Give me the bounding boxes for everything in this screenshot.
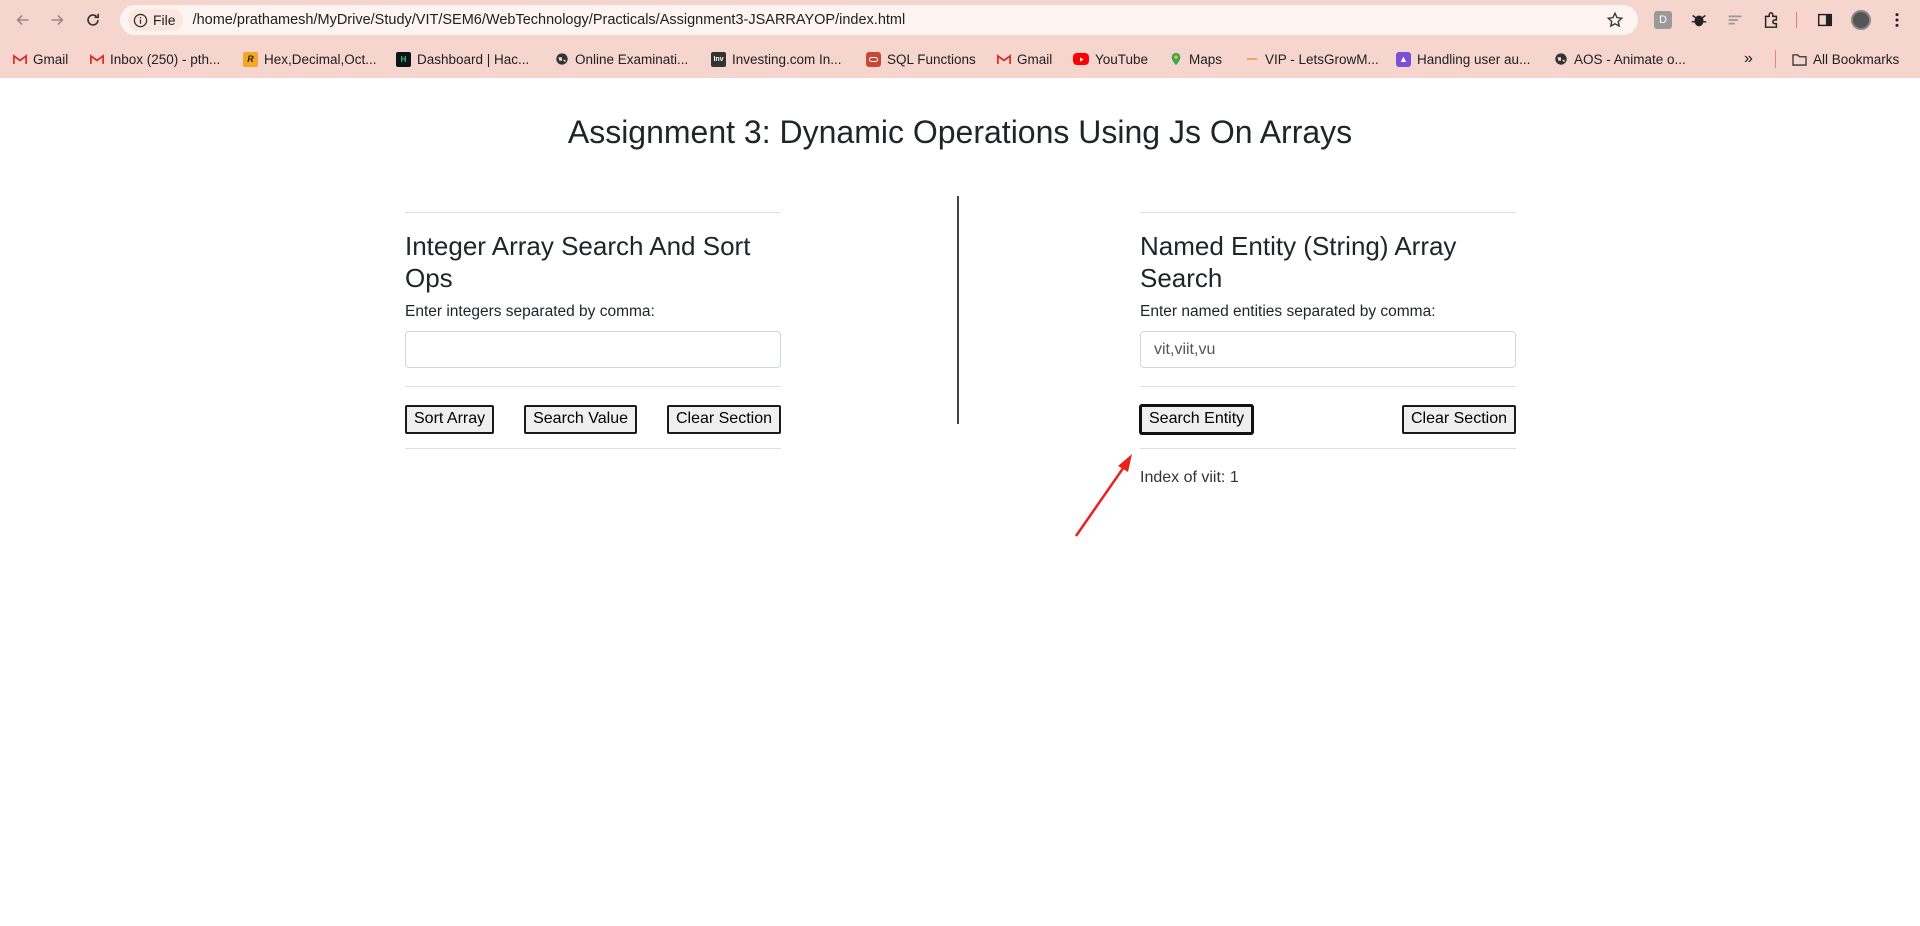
bookmark-label: Gmail (33, 51, 69, 67)
sort-array-button[interactable]: Sort Array (405, 404, 495, 434)
bookmark-label: VIP - LetsGrowM... (1265, 51, 1379, 67)
all-bookmarks-button[interactable]: All Bookmarks (1792, 49, 1899, 69)
oracle-icon (866, 51, 881, 67)
extensions-puzzle-icon[interactable] (1760, 9, 1782, 31)
reload-icon (87, 13, 100, 26)
extension-d-icon[interactable]: D (1652, 9, 1674, 31)
bookmark-label: Dashboard | Hac... (417, 51, 530, 67)
arrow-left-icon (16, 14, 29, 26)
chevron-double-right-icon: » (1744, 50, 1753, 67)
annotation-arrow-icon (1074, 454, 1132, 537)
vertical-divider (957, 196, 959, 424)
arrow-right-icon (51, 14, 64, 26)
bookmark-item[interactable]: H Dashboard | Hac... (396, 49, 529, 69)
section-title: Named Entity (String) Array Search (1140, 231, 1457, 293)
bookmark-item[interactable]: Inv Investing.com In... (711, 49, 842, 69)
purple-icon: ▲ (1396, 51, 1411, 67)
menu-kebab-icon[interactable] (1886, 9, 1908, 31)
profile-avatar-icon[interactable] (1850, 9, 1872, 31)
section-divider (1140, 448, 1516, 449)
input-label: Enter integers separated by comma: (405, 303, 655, 320)
bookmark-item[interactable]: ▲ Handling user au... (1396, 49, 1530, 69)
forward-button[interactable] (42, 5, 72, 35)
bookmark-item[interactable]: YouTube (1073, 49, 1148, 69)
bookmark-label: Investing.com In... (732, 51, 842, 67)
clear-section-button[interactable]: Clear Section (1401, 404, 1516, 434)
globe-icon (1553, 52, 1568, 67)
gmail-icon (12, 52, 27, 67)
url-text[interactable]: /home/prathamesh/MyDrive/Study/VIT/SEM6/… (193, 12, 906, 28)
bookmark-item[interactable]: AOS - Animate o... (1553, 49, 1686, 69)
integer-array-section: Integer Array Search And Sort Ops Enter … (405, 212, 781, 449)
search-entity-button[interactable]: Search Entity (1140, 404, 1254, 434)
bookmark-label: Maps (1189, 51, 1223, 67)
page-title: Assignment 3: Dynamic Operations Using J… (567, 114, 1353, 150)
extension-bug-icon[interactable] (1688, 9, 1710, 31)
r-icon: R (243, 51, 258, 67)
bookmark-label: YouTube (1095, 51, 1149, 67)
browser-chrome: File /home/prathamesh/MyDrive/Study/VIT/… (0, 0, 1920, 78)
bookmark-label: SQL Functions (887, 51, 976, 67)
dash-icon (1244, 52, 1259, 67)
section-divider (405, 448, 781, 449)
url-scheme: File (153, 12, 176, 28)
entity-input[interactable] (1140, 331, 1516, 368)
address-bar[interactable]: File /home/prathamesh/MyDrive/Study/VIT/… (120, 5, 1638, 35)
section-divider (1140, 386, 1516, 387)
youtube-icon (1073, 53, 1089, 65)
section-divider (1140, 212, 1516, 213)
more-bookmarks-button[interactable]: » (1744, 49, 1753, 69)
integer-input[interactable] (405, 331, 781, 368)
bookmark-item[interactable]: Gmail (12, 49, 68, 69)
folder-icon (1792, 52, 1807, 67)
back-button[interactable] (8, 5, 38, 35)
toolbar-separator (1796, 12, 1797, 28)
string-array-section: Named Entity (String) Array Search Enter… (1140, 212, 1516, 487)
bookmark-label: AOS - Animate o... (1574, 51, 1686, 67)
section-title: Integer Array Search And Sort Ops (405, 231, 751, 293)
site-info-chip[interactable]: File (128, 9, 183, 31)
side-panel-icon[interactable] (1814, 9, 1836, 31)
search-result-text: Index of viit: 1 (1140, 469, 1239, 486)
clear-section-button[interactable]: Clear Section (666, 404, 781, 434)
hackerrank-icon: H (396, 51, 411, 67)
bookmark-item[interactable]: R Hex,Decimal,Oct... (243, 49, 377, 69)
maps-icon (1168, 52, 1183, 67)
bookmark-label: Gmail (1017, 51, 1053, 67)
reload-button[interactable] (78, 5, 108, 35)
bookmark-star-icon[interactable] (1606, 11, 1624, 29)
bookmark-label: Online Examinati... (575, 51, 689, 67)
bookmarks-bar: Gmail Inbox (250) - pth... R Hex,Decimal… (0, 40, 1920, 78)
investing-icon: Inv (711, 51, 726, 67)
bookmark-item[interactable]: Inbox (250) - pth... (89, 49, 220, 69)
globe-icon (554, 52, 569, 67)
bookmark-item[interactable]: Maps (1168, 49, 1222, 69)
bookmark-item[interactable]: Gmail (996, 49, 1052, 69)
bookmark-item[interactable]: SQL Functions (866, 49, 976, 69)
page-content: Assignment 3: Dynamic Operations Using J… (0, 78, 1920, 926)
all-bookmarks-label: All Bookmarks (1813, 51, 1900, 67)
search-value-button[interactable]: Search Value (524, 404, 637, 434)
bookmark-label: Handling user au... (1417, 51, 1531, 67)
extension-lines-icon[interactable] (1724, 9, 1746, 31)
bookmark-item[interactable]: VIP - LetsGrowM... (1244, 49, 1379, 69)
browser-toolbar: File /home/prathamesh/MyDrive/Study/VIT/… (0, 0, 1920, 40)
gmail-icon (996, 52, 1011, 67)
section-divider (405, 386, 781, 387)
info-icon (133, 13, 148, 27)
gmail-icon (89, 52, 104, 67)
button-row: Sort Array Search Value Clear Section (405, 404, 781, 434)
section-divider (405, 212, 781, 213)
bookmark-item[interactable]: Online Examinati... (554, 49, 688, 69)
bookmark-label: Inbox (250) - pth... (110, 51, 221, 67)
bookmark-label: Hex,Decimal,Oct... (264, 51, 377, 67)
input-label: Enter named entities separated by comma: (1140, 303, 1436, 320)
bookmarks-separator (1775, 50, 1776, 68)
button-row: Search Entity Clear Section (1140, 404, 1516, 434)
